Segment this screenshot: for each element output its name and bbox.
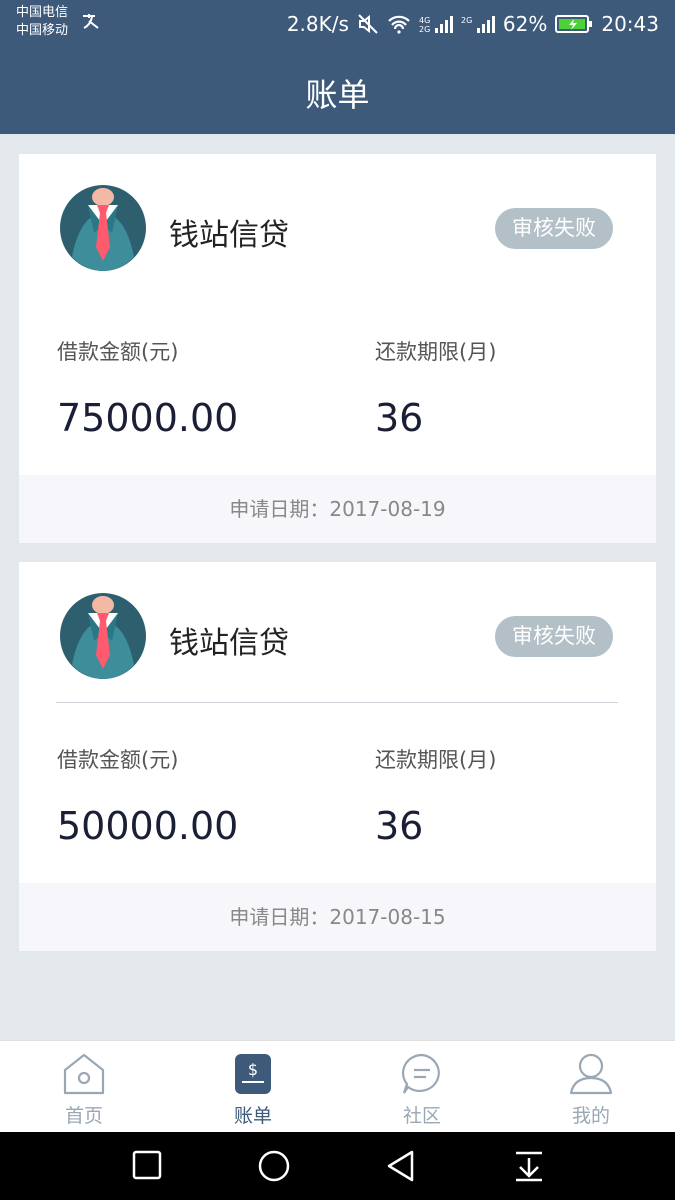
accessibility-icon	[80, 12, 102, 35]
tab-bill[interactable]: $ 账单	[169, 1041, 337, 1133]
battery-percent: 62%	[502, 12, 548, 36]
tab-label: 账单	[233, 1105, 272, 1127]
home-button-icon[interactable]	[257, 1149, 291, 1183]
clock-time: 20:43	[601, 12, 659, 36]
tab-profile[interactable]: 我的	[507, 1041, 675, 1133]
apply-date: 申请日期：2017-08-19	[19, 475, 656, 543]
term-value: 36	[375, 396, 424, 440]
home-icon	[63, 1053, 105, 1095]
system-nav-bar	[0, 1132, 675, 1200]
svg-text:2G: 2G	[461, 16, 472, 25]
amount-label: 借款金额(元)	[57, 340, 179, 364]
lender-avatar-icon	[60, 593, 146, 679]
status-badge: 审核失败	[495, 208, 613, 249]
carrier-2: 中国移动	[16, 23, 69, 38]
card-divider	[56, 702, 618, 703]
bill-card[interactable]: 钱站信贷 审核失败 借款金额(元) 还款期限(月) 75000.00 36 申请…	[19, 154, 656, 543]
svg-text:2G: 2G	[419, 25, 430, 34]
tab-home[interactable]: 首页	[0, 1041, 168, 1133]
term-label: 还款期限(月)	[375, 748, 497, 772]
carrier-1: 中国电信	[16, 5, 69, 20]
bottom-tab-bar: 首页 $ 账单 社区 我的	[0, 1040, 675, 1133]
signal-2g-icon: 2G	[461, 14, 495, 34]
term-value: 36	[375, 804, 424, 848]
signal-4g-icon: 4G 2G	[419, 14, 453, 34]
tab-label: 首页	[64, 1105, 103, 1127]
profile-icon	[569, 1053, 613, 1095]
term-label: 还款期限(月)	[375, 340, 497, 364]
wifi-icon	[387, 14, 411, 34]
bill-icon: $	[235, 1054, 271, 1094]
network-speed: 2.8K/s	[286, 12, 349, 36]
carrier-info: 中国电信 中国移动	[16, 4, 68, 40]
lender-name: 钱站信贷	[169, 218, 289, 253]
status-badge: 审核失败	[495, 616, 613, 657]
status-bar: 中国电信 中国移动 2.8K/s 4G 2G 2G 62% 20:43	[0, 0, 675, 48]
svg-text:4G: 4G	[419, 16, 430, 25]
recent-apps-icon[interactable]	[132, 1149, 162, 1181]
lender-avatar-icon	[60, 185, 146, 271]
bill-card[interactable]: 钱站信贷 审核失败 借款金额(元) 还款期限(月) 50000.00 36 申请…	[19, 562, 656, 951]
lender-name: 钱站信贷	[169, 626, 289, 661]
amount-value: 75000.00	[57, 396, 239, 440]
tab-label: 我的	[571, 1105, 610, 1127]
svg-text:$: $	[248, 1060, 258, 1079]
battery-charging-icon	[555, 14, 593, 34]
notification-pulldown-icon[interactable]	[513, 1149, 545, 1183]
chat-icon	[402, 1053, 440, 1094]
back-icon[interactable]	[385, 1149, 417, 1183]
page-title: 账单	[305, 76, 370, 114]
amount-value: 50000.00	[57, 804, 239, 848]
amount-label: 借款金额(元)	[57, 748, 179, 772]
tab-community[interactable]: 社区	[338, 1041, 506, 1133]
apply-date: 申请日期：2017-08-15	[19, 883, 656, 951]
tab-label: 社区	[402, 1105, 441, 1127]
app-header: 账单	[0, 48, 675, 134]
mute-icon	[357, 13, 379, 35]
